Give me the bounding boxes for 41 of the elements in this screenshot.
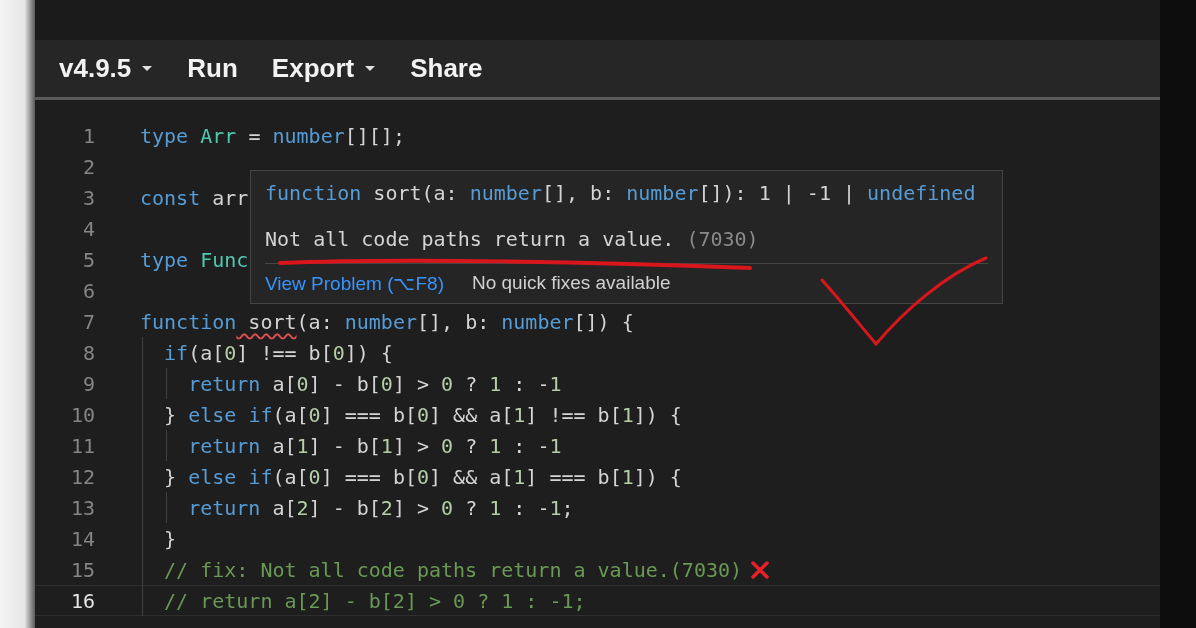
toolbar-button[interactable]: v4.9.5 bbox=[49, 47, 164, 90]
code-line: return a[1] - b[1] > 0 ? 1 : -1 bbox=[187, 433, 562, 458]
line-number: 15 bbox=[69, 557, 95, 582]
line-number: 3 bbox=[81, 185, 95, 210]
code-line: // return a[2] - b[2] > 0 ? 1 : -1; bbox=[163, 588, 586, 613]
caret-icon bbox=[141, 65, 154, 72]
toolbar-button[interactable]: Run bbox=[177, 47, 248, 90]
code-line: return a[2] - b[2] > 0 ? 1 : -1; bbox=[187, 495, 574, 520]
code-line: } else if(a[0] === b[0] && a[1] === b[1]) { bbox=[163, 464, 682, 489]
line-number: 9 bbox=[81, 371, 95, 396]
cross-icon bbox=[750, 559, 771, 580]
code-line: } bbox=[163, 526, 177, 551]
quick-fix-note: No quick fixes available bbox=[472, 272, 671, 295]
line-number: 6 bbox=[81, 278, 95, 303]
code-line: type Func bbox=[140, 247, 249, 272]
line-number: 14 bbox=[69, 526, 95, 551]
toolbar-button[interactable]: Export bbox=[261, 47, 387, 90]
line-number: 4 bbox=[81, 216, 95, 241]
line-number: 5 bbox=[81, 247, 95, 272]
line-number: 7 bbox=[81, 309, 95, 334]
code-line: } else if(a[0] === b[0] && a[1] !== b[1]) { bbox=[163, 402, 682, 427]
line-number: 8 bbox=[81, 340, 95, 365]
code-line: return a[0] - b[0] > 0 ? 1 : -1 bbox=[187, 371, 562, 396]
view-problem-link[interactable]: View Problem (⌥F8) bbox=[265, 272, 444, 295]
error-message: Not all code paths return a value. bbox=[265, 227, 675, 251]
code-line: function sort(a: number[], b: number[]) { bbox=[140, 309, 634, 334]
line-number: 13 bbox=[69, 495, 95, 520]
code-line: // fix: Not all code paths return a value.(7030) bbox=[163, 557, 743, 582]
line-number: 16 bbox=[69, 588, 95, 613]
toolbar-button[interactable]: Share bbox=[400, 47, 493, 90]
caret-icon bbox=[364, 65, 377, 72]
line-number: 10 bbox=[69, 402, 95, 427]
line-number: 12 bbox=[69, 464, 95, 489]
line-number: 2 bbox=[81, 154, 95, 179]
error-code: (7030) bbox=[686, 227, 759, 251]
code-line: type Arr = number[][]; bbox=[140, 123, 405, 148]
function-signature: function sort(a: number[], b: number[]): 1 | -1 | undefined bbox=[265, 181, 977, 207]
code-line: const arr bbox=[140, 185, 249, 210]
line-number: 1 bbox=[81, 123, 95, 148]
line-number: 11 bbox=[69, 433, 95, 458]
code-line: if(a[0] !== b[0]) { bbox=[163, 340, 393, 365]
